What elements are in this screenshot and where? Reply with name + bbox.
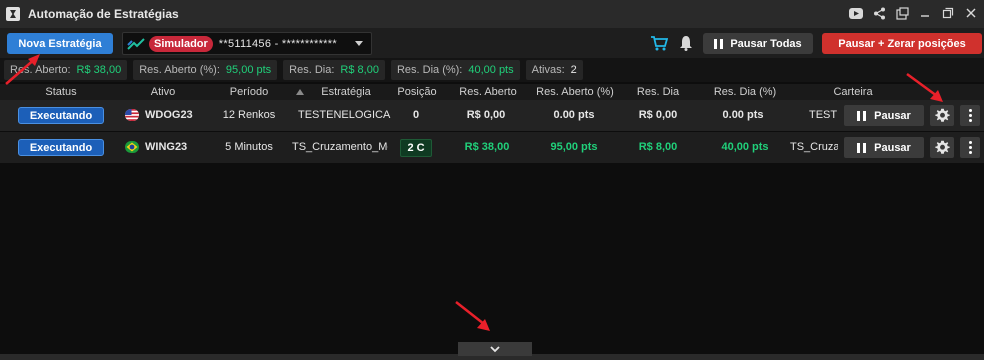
chevron-down-icon [490, 346, 500, 353]
day-result-pct-cell: 40,00 pts [721, 141, 769, 153]
connection-icon [127, 37, 145, 50]
settings-button[interactable] [930, 105, 954, 126]
us-flag-icon [125, 109, 139, 121]
table-row: Executando WING23 5 Minutos TS_Cruzament… [0, 132, 984, 163]
asset-symbol: WDOG23 [145, 109, 193, 121]
new-strategy-button[interactable]: Nova Estratégia [7, 33, 113, 54]
window-title: Automação de Estratégias [28, 7, 179, 21]
day-result-cell: R$ 0,00 [638, 109, 678, 121]
account-number: **5111456 - ************ [218, 37, 337, 50]
wallet-cell: TESTENELOGICA [809, 109, 838, 121]
table-row: Executando WDOG23 12 Renkos TESTENELOGIC… [0, 100, 984, 131]
toolbar: Nova Estratégia Simulador **5111456 - **… [0, 28, 984, 58]
pause-and-zero-button[interactable]: Pausar + Zerar posições [822, 33, 982, 54]
column-header-position[interactable]: Posição [397, 86, 436, 98]
column-header-wallet[interactable]: Carteira [833, 86, 872, 98]
summary-day-result: Res. Dia: R$ 8,00 [283, 60, 385, 80]
gear-icon [934, 108, 950, 122]
collapse-panel-button[interactable] [458, 342, 532, 356]
more-icon [968, 141, 972, 144]
summary-open-result-pct: Res. Aberto (%): 95,00 pts [133, 60, 278, 80]
summary-bar: Res. Aberto: R$ 38,00 Res. Aberto (%): 9… [0, 58, 984, 82]
more-icon [968, 109, 972, 112]
pause-button[interactable]: Pausar [844, 105, 924, 126]
app-logo-icon [6, 7, 20, 21]
summary-open-result: Res. Aberto: R$ 38,00 [4, 60, 128, 80]
period-cell: 5 Minutos [225, 141, 273, 153]
wallet-cell: TS_Cruzamento [790, 141, 838, 153]
chevron-down-icon [355, 41, 363, 46]
day-result-pct-cell: 0.00 pts [722, 109, 764, 121]
pause-all-button[interactable]: Pausar Todas [703, 33, 813, 54]
popout-icon[interactable] [895, 6, 909, 20]
youtube-icon[interactable] [849, 6, 863, 20]
column-header-status[interactable]: Status [45, 86, 76, 98]
br-flag-icon [125, 141, 139, 153]
simulator-badge: Simulador [149, 35, 213, 52]
position-badge: 2 C [400, 139, 432, 157]
cart-icon[interactable] [650, 35, 668, 51]
day-result-cell: R$ 8,00 [638, 141, 678, 153]
annotation-arrow [455, 301, 490, 331]
summary-day-result-pct: Res. Dia (%): 40,00 pts [390, 60, 520, 80]
pause-button[interactable]: Pausar [844, 137, 924, 158]
status-button[interactable]: Executando [18, 139, 104, 156]
settings-button[interactable] [930, 137, 954, 158]
gear-icon [934, 140, 950, 154]
asset-symbol: WING23 [145, 141, 188, 153]
window-controls [849, 6, 978, 20]
column-header-open-result-pct[interactable]: Res. Aberto (%) [536, 86, 614, 98]
status-button[interactable]: Executando [18, 107, 104, 124]
period-cell: 12 Renkos [222, 109, 276, 121]
open-result-pct-cell: 0.00 pts [553, 109, 595, 121]
pause-icon [857, 142, 867, 153]
title-bar: Automação de Estratégias [0, 0, 984, 28]
account-select[interactable]: Simulador **5111456 - ************ [122, 32, 372, 55]
sort-ascending-icon[interactable] [296, 89, 304, 95]
summary-active-count: Ativas: 2 [525, 60, 583, 80]
share-icon[interactable] [872, 6, 886, 20]
close-icon[interactable] [964, 6, 978, 20]
table-header: Status Ativo Período Estratégia Posição … [0, 84, 984, 100]
column-header-open-result[interactable]: Res. Aberto [459, 86, 516, 98]
open-result-pct-cell: 95,00 pts [550, 141, 598, 153]
column-header-strategy[interactable]: Estratégia [321, 86, 371, 98]
open-result-cell: R$ 0,00 [466, 109, 506, 121]
pause-label: Pausar [874, 109, 911, 122]
strategy-cell: TS_Cruzamento_Medias [292, 141, 388, 153]
pause-icon [714, 38, 724, 49]
bell-icon[interactable] [678, 35, 694, 51]
column-header-asset[interactable]: Ativo [151, 86, 175, 98]
more-options-button[interactable] [960, 137, 980, 158]
more-options-button[interactable] [960, 105, 980, 126]
column-header-day-result-pct[interactable]: Res. Dia (%) [714, 86, 776, 98]
maximize-icon[interactable] [941, 6, 955, 20]
minimize-icon[interactable] [918, 6, 932, 20]
column-header-day-result[interactable]: Res. Dia [637, 86, 679, 98]
pause-icon [857, 110, 867, 121]
open-result-cell: R$ 38,00 [464, 141, 510, 153]
strategy-cell: TESTENELOGICA [298, 109, 391, 121]
pause-label: Pausar [874, 141, 911, 154]
position-cell: 0 [412, 109, 420, 121]
pause-all-label: Pausar Todas [730, 37, 802, 50]
column-header-period[interactable]: Período [230, 86, 269, 98]
